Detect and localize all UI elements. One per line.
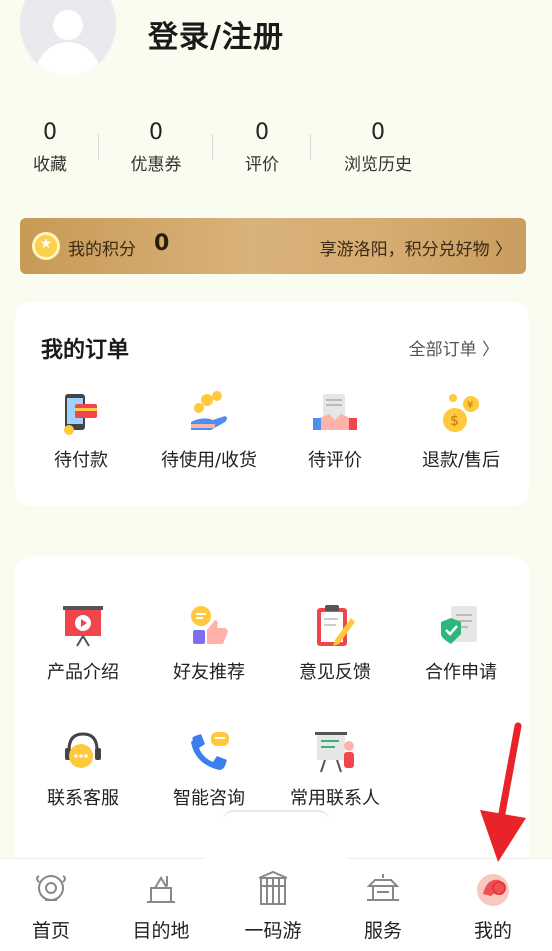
to-use-icon [185,390,233,438]
points-banner[interactable]: ★ 我的积分 0 享游洛阳，积分兑好物 〉 [20,218,526,274]
divider [98,134,99,160]
friend-recommend-icon [185,602,233,650]
tab-qr-tour[interactable]: 一码游 [218,870,328,943]
points-promo-link[interactable]: 享游洛阳，积分兑好物 〉 [320,235,512,260]
points-coin-icon: ★ [32,232,60,260]
tab-label: 一码游 [244,920,302,942]
stat-label: 优惠券 [130,155,182,175]
service-customer-service[interactable]: 联系客服 [19,728,147,810]
stat-history[interactable]: 0 浏览历史 [336,118,420,175]
svg-text:¥: ¥ [467,400,473,411]
feedback-icon [311,602,359,650]
home-icon [31,870,71,910]
orders-title: 我的订单 [41,338,130,363]
destination-icon [141,870,181,910]
login-register-link[interactable]: 登录/注册 [148,12,284,56]
avatar[interactable] [20,0,116,76]
divider [212,134,213,160]
order-to-review[interactable]: 待评价 [271,390,399,472]
service-friend-recommend[interactable]: 好友推荐 [145,602,273,684]
refund-icon: $ ¥ [437,390,485,438]
order-item-label: 待使用/收货 [160,450,258,471]
stat-value: 0 [371,120,385,145]
stat-reviews[interactable]: 0 评价 [232,118,292,175]
mine-icon [473,870,513,910]
order-to-use[interactable]: 待使用/收货 [145,390,273,472]
tab-mine[interactable]: 我的 [438,870,548,943]
stat-label: 收藏 [33,155,67,175]
annotation-arrow-icon [480,722,526,862]
smart-consult-icon [185,728,233,776]
divider [310,134,311,160]
stat-value: 0 [43,120,57,145]
order-item-label: 待付款 [54,450,108,471]
stat-value: 0 [149,120,163,145]
to-review-icon [311,390,359,438]
tab-label: 服务 [363,920,402,942]
tab-home[interactable]: 首页 [0,870,106,943]
order-item-label: 退款/售后 [421,450,501,471]
service-label: 联系客服 [47,788,119,809]
stat-label: 浏览历史 [344,155,412,175]
qr-tour-icon [253,870,293,910]
stat-coupons[interactable]: 0 优惠券 [118,118,194,175]
stats-row: 0 收藏 0 优惠券 0 评价 0 浏览历史 [0,118,552,188]
service-label: 合作申请 [425,662,497,683]
service-smart-consult[interactable]: 智能咨询 [145,728,273,810]
points-value: 0 [154,231,170,256]
tab-label: 我的 [473,920,512,942]
stat-value: 0 [255,120,269,145]
service-label: 常用联系人 [290,788,380,809]
contacts-icon [311,728,359,776]
service-contacts[interactable]: 常用联系人 [271,728,399,810]
service-label: 意见反馈 [299,662,371,683]
order-pending-payment[interactable]: 待付款 [17,390,145,472]
tab-service[interactable]: 服务 [328,870,438,943]
customer-service-icon [59,728,107,776]
service-label: 智能咨询 [173,788,245,809]
order-item-label: 待评价 [308,450,362,471]
tab-destination[interactable]: 目的地 [106,870,216,943]
service-feedback[interactable]: 意见反馈 [271,602,399,684]
service-icon [363,870,403,910]
service-product-intro[interactable]: 产品介绍 [19,602,147,684]
svg-text:$: $ [450,413,459,429]
tab-label: 目的地 [132,920,190,942]
product-intro-icon [59,602,107,650]
pending-payment-icon [57,390,105,438]
all-orders-link[interactable]: 全部订单 〉 [409,335,499,360]
orders-card: 我的订单 全部订单 〉 待付款 待使用/收货 待评价 $ ¥ 退款/售后 [15,302,529,506]
points-label: 我的积分 [68,240,136,260]
profile-page: 登录/注册 0 收藏 0 优惠券 0 评价 0 浏览历史 ★ 我的积分 0 享游… [0,0,552,951]
cooperation-icon [437,602,485,650]
service-label: 好友推荐 [173,662,245,683]
service-label: 产品介绍 [47,662,119,683]
service-cooperation[interactable]: 合作申请 [397,602,525,684]
stat-label: 评价 [245,155,279,175]
tab-label: 首页 [31,920,70,942]
stat-favorites[interactable]: 0 收藏 [18,118,82,175]
order-refund[interactable]: $ ¥ 退款/售后 [397,390,525,472]
